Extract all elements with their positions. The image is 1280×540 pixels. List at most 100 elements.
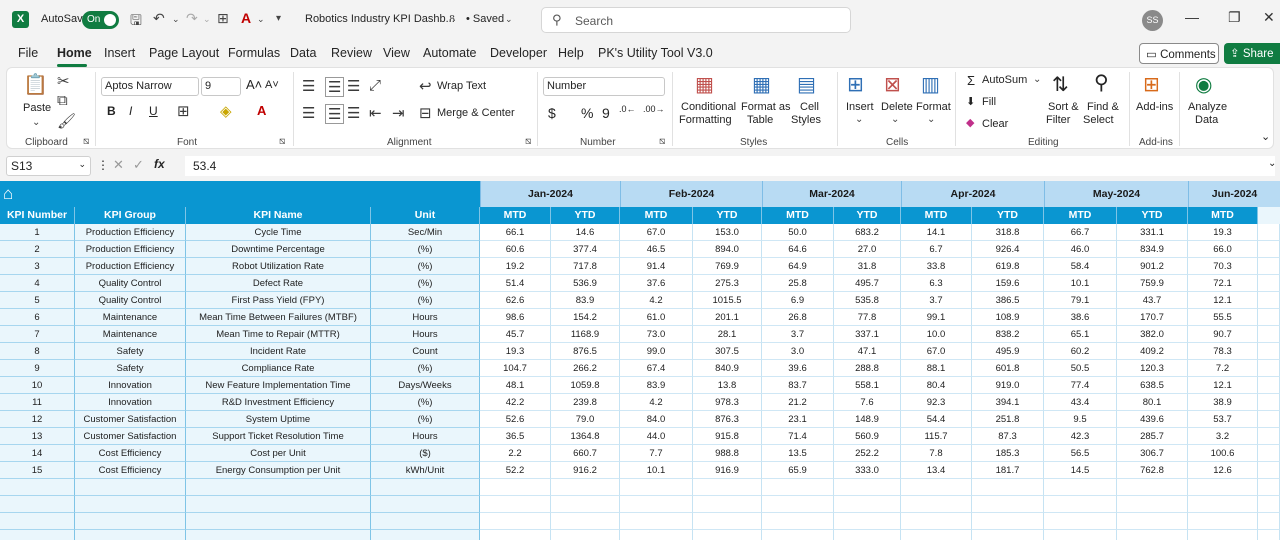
- table-cell[interactable]: Quality Control: [75, 275, 186, 292]
- table-cell[interactable]: Energy Consumption per Unit: [186, 462, 371, 479]
- table-cell[interactable]: [1258, 326, 1280, 343]
- table-cell[interactable]: 42.3: [1044, 428, 1117, 445]
- cell-styles-label-2[interactable]: Styles: [791, 114, 821, 126]
- table-cell[interactable]: 1168.9: [551, 326, 620, 343]
- document-title[interactable]: Robotics Industry KPI Dashb...: [305, 13, 455, 25]
- table-cell[interactable]: 19.3: [1188, 224, 1258, 241]
- table-cell[interactable]: Sec/Min: [371, 224, 480, 241]
- table-cell[interactable]: Customer Satisfaction: [75, 428, 186, 445]
- empty-cell[interactable]: [620, 530, 693, 540]
- column-header[interactable]: Unit: [371, 207, 480, 224]
- table-cell[interactable]: 47.1: [834, 343, 901, 360]
- column-header[interactable]: KPI Name: [186, 207, 371, 224]
- table-cell[interactable]: 6: [0, 309, 75, 326]
- empty-cell[interactable]: [480, 530, 551, 540]
- find-select-label-1[interactable]: Find &: [1087, 101, 1119, 113]
- table-cell[interactable]: 39.6: [762, 360, 834, 377]
- table-cell[interactable]: Innovation: [75, 377, 186, 394]
- align-right-icon[interactable]: ☰: [347, 104, 360, 122]
- analyze-data-label-2[interactable]: Data: [1195, 114, 1218, 126]
- table-cell[interactable]: 46.0: [1044, 241, 1117, 258]
- insert-cells-icon[interactable]: ⊞: [847, 72, 864, 97]
- table-cell[interactable]: [1258, 411, 1280, 428]
- align-left-icon[interactable]: ☰: [302, 104, 315, 122]
- collapse-ribbon-icon[interactable]: ⌄: [1261, 130, 1270, 143]
- table-cell[interactable]: [1258, 377, 1280, 394]
- table-cell[interactable]: [1258, 309, 1280, 326]
- table-cell[interactable]: 717.8: [551, 258, 620, 275]
- table-cell[interactable]: [1258, 343, 1280, 360]
- table-cell[interactable]: Production Efficiency: [75, 258, 186, 275]
- table-cell[interactable]: 5: [0, 292, 75, 309]
- table-cell[interactable]: 3: [0, 258, 75, 275]
- table-cell[interactable]: 382.0: [1117, 326, 1188, 343]
- tab-page-layout[interactable]: Page Layout: [149, 46, 219, 60]
- empty-cell[interactable]: [75, 479, 186, 496]
- month-header[interactable]: May-2024: [1044, 181, 1188, 207]
- merge-center-icon[interactable]: ⊟: [419, 104, 432, 122]
- conditional-formatting-label-1[interactable]: Conditional: [681, 101, 736, 113]
- table-cell[interactable]: 67.0: [901, 343, 972, 360]
- font-name-select[interactable]: Aptos Narrow: [101, 77, 199, 96]
- empty-cell[interactable]: [620, 496, 693, 513]
- table-cell[interactable]: 71.4: [762, 428, 834, 445]
- empty-cell[interactable]: [1188, 530, 1258, 540]
- table-cell[interactable]: 104.7: [480, 360, 551, 377]
- table-cell[interactable]: 58.4: [1044, 258, 1117, 275]
- empty-cell[interactable]: [1044, 530, 1117, 540]
- empty-cell[interactable]: [901, 496, 972, 513]
- table-cell[interactable]: 409.2: [1117, 343, 1188, 360]
- underline-icon[interactable]: U: [149, 104, 158, 118]
- table-cell[interactable]: 978.3: [693, 394, 762, 411]
- table-cell[interactable]: 66.0: [1188, 241, 1258, 258]
- format-as-table-icon[interactable]: ▦: [752, 72, 771, 97]
- table-cell[interactable]: 560.9: [834, 428, 901, 445]
- empty-cell[interactable]: [0, 479, 75, 496]
- delete-cells-dropdown-icon[interactable]: ⌄: [891, 114, 899, 125]
- table-cell[interactable]: 83.9: [620, 377, 693, 394]
- empty-cell[interactable]: [1044, 496, 1117, 513]
- table-cell[interactable]: 100.6: [1188, 445, 1258, 462]
- analyze-data-icon[interactable]: ◉: [1195, 72, 1212, 97]
- name-box-dropdown-icon[interactable]: ⌄: [78, 159, 86, 170]
- empty-cell[interactable]: [762, 479, 834, 496]
- font-color-icon[interactable]: A: [241, 10, 251, 26]
- empty-cell[interactable]: [762, 530, 834, 540]
- table-cell[interactable]: 50.0: [762, 224, 834, 241]
- empty-cell[interactable]: [75, 496, 186, 513]
- table-cell[interactable]: 73.0: [620, 326, 693, 343]
- table-cell[interactable]: 79.0: [551, 411, 620, 428]
- tab-formulas[interactable]: Formulas: [228, 46, 280, 60]
- month-header[interactable]: Jun-2024: [1188, 181, 1280, 207]
- empty-cell[interactable]: [1044, 479, 1117, 496]
- table-cell[interactable]: 83.7: [762, 377, 834, 394]
- find-select-icon[interactable]: ⚲: [1094, 70, 1109, 95]
- table-cell[interactable]: Production Efficiency: [75, 224, 186, 241]
- table-cell[interactable]: 769.9: [693, 258, 762, 275]
- table-cell[interactable]: 4.2: [620, 394, 693, 411]
- copy-icon[interactable]: ⧉: [57, 92, 68, 109]
- redo-dropdown-icon[interactable]: ⌄: [203, 14, 211, 25]
- clear-label[interactable]: Clear: [982, 118, 1008, 130]
- name-box[interactable]: S13 ⌄: [6, 156, 91, 176]
- table-cell[interactable]: 181.7: [972, 462, 1044, 479]
- table-cell[interactable]: 77.8: [834, 309, 901, 326]
- cell-styles-icon[interactable]: ▤: [797, 72, 816, 97]
- table-cell[interactable]: 536.9: [551, 275, 620, 292]
- table-cell[interactable]: 13.5: [762, 445, 834, 462]
- table-cell[interactable]: 80.1: [1117, 394, 1188, 411]
- empty-cell[interactable]: [371, 496, 480, 513]
- table-cell[interactable]: 37.6: [620, 275, 693, 292]
- table-cell[interactable]: 13.8: [693, 377, 762, 394]
- table-cell[interactable]: 6.3: [901, 275, 972, 292]
- table-cell[interactable]: 275.3: [693, 275, 762, 292]
- empty-cell[interactable]: [371, 479, 480, 496]
- table-cell[interactable]: 62.6: [480, 292, 551, 309]
- table-cell[interactable]: 7: [0, 326, 75, 343]
- table-cell[interactable]: 36.5: [480, 428, 551, 445]
- table-cell[interactable]: 619.8: [972, 258, 1044, 275]
- table-cell[interactable]: 19.3: [480, 343, 551, 360]
- formula-input[interactable]: 53.4: [185, 156, 1275, 176]
- align-top-icon[interactable]: ☰: [302, 77, 315, 95]
- empty-cell[interactable]: [0, 513, 75, 530]
